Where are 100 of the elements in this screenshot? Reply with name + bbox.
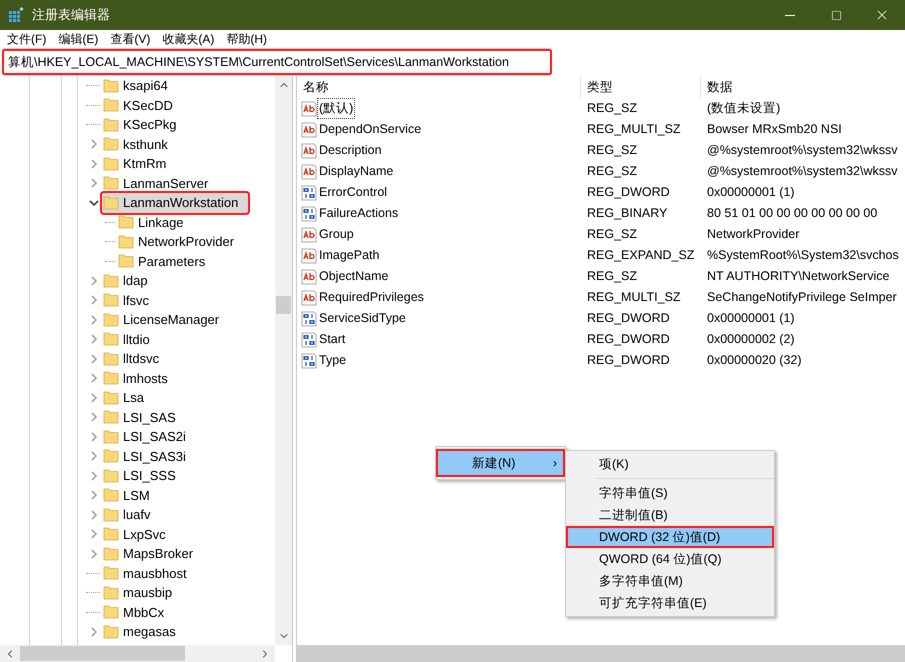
value-data: (数值未设置) <box>706 100 780 118</box>
value-name[interactable]: Description <box>318 141 383 160</box>
string-value-icon <box>301 268 317 284</box>
value-name[interactable]: ObjectName <box>318 267 390 286</box>
menu-item[interactable]: 编辑(E) <box>52 30 104 48</box>
value-name[interactable]: Start <box>318 330 346 349</box>
value-type: REG_DWORD <box>586 331 671 348</box>
tree-item[interactable]: LSI_SAS <box>102 408 186 427</box>
menu-item[interactable]: 查看(V) <box>104 30 156 48</box>
tree-item[interactable]: LSI_SAS2i <box>102 427 196 446</box>
tree-item[interactable]: LicenseManager <box>102 310 230 330</box>
window-title: 注册表编辑器 <box>32 6 110 24</box>
tree-item[interactable]: ksapi64 <box>102 76 178 96</box>
value-data: 0x00000020 (32) <box>706 352 802 370</box>
menu-item[interactable]: 帮助(H) <box>220 30 273 48</box>
binary-value-icon <box>301 184 317 200</box>
value-type: REG_SZ <box>586 226 638 244</box>
tree-item[interactable]: Linkage <box>117 212 194 232</box>
tree-item[interactable]: megasas <box>102 622 186 642</box>
tree-item[interactable]: Lsa <box>102 388 154 408</box>
menu-item[interactable]: 可扩充字符串值(E) <box>566 592 774 614</box>
value-name[interactable]: RequiredPrivileges <box>318 288 425 307</box>
column-header[interactable]: 数据 <box>701 76 905 98</box>
tree-item[interactable]: KSecDD <box>102 96 183 115</box>
value-name[interactable]: ServiceSidType <box>318 309 407 328</box>
value-name[interactable]: ErrorControl <box>318 183 388 202</box>
tree-item[interactable]: LanmanWorkstation <box>102 193 248 212</box>
folder-icon <box>103 468 119 484</box>
tree-item[interactable]: NetworkProvider <box>117 232 244 252</box>
tree-item[interactable]: LxpSvc <box>102 524 176 544</box>
value-type: REG_MULTI_SZ <box>586 121 682 138</box>
menu-item[interactable]: 新建(N) › <box>436 449 565 477</box>
binary-value-icon <box>301 352 317 368</box>
folder-icon <box>103 487 119 504</box>
folder-icon <box>118 234 134 250</box>
menu-item[interactable]: 收藏夹(A) <box>156 30 220 48</box>
tree-item[interactable]: mausbhost <box>102 564 197 583</box>
value-type: REG_MULTI_SZ <box>586 289 682 306</box>
value-data: @%systemroot%\system32\wkssv <box>706 163 898 180</box>
value-type: REG_SZ <box>586 100 638 118</box>
column-header[interactable]: 类型 <box>581 76 701 98</box>
tree-item[interactable]: LSI_SSS <box>102 466 186 486</box>
tree-item[interactable]: MapsBroker <box>102 544 204 564</box>
value-data: Bowser MRxSmb20 NSI <box>706 121 842 138</box>
value-name[interactable]: (默认) <box>318 99 354 118</box>
scroll-thumb[interactable] <box>276 296 291 314</box>
tree-item[interactable]: LanmanServer <box>102 174 218 193</box>
value-name[interactable]: FailureActions <box>318 204 400 223</box>
tree-item[interactable]: MbbCx <box>102 602 174 622</box>
value-type: REG_SZ <box>586 163 638 180</box>
folder-icon <box>103 526 119 542</box>
folder-icon <box>103 116 119 133</box>
value-name[interactable]: Group <box>318 225 355 244</box>
menu-item[interactable]: 多字符串值(M) <box>566 570 774 592</box>
menu-item[interactable]: 字符串值(S) <box>566 482 774 504</box>
folder-icon <box>103 390 119 406</box>
address-bar[interactable]: 算机\HKEY_LOCAL_MACHINE\SYSTEM\CurrentControlSet\Services\LanmanWorkstation <box>2 48 552 76</box>
menu-item[interactable]: 项(K) <box>566 453 774 475</box>
minimize-icon <box>785 14 795 16</box>
vertical-scrollbar[interactable] <box>275 76 292 645</box>
app-icon <box>8 7 24 23</box>
folder-icon <box>103 428 119 445</box>
menu-item[interactable]: QWORD (64 位)值(Q) <box>566 548 774 570</box>
tree-item[interactable]: KtmRm <box>102 154 176 174</box>
tree-item[interactable]: mausbip <box>102 583 182 602</box>
horizontal-scrollbar[interactable] <box>297 645 905 662</box>
value-data: NetworkProvider <box>706 226 800 244</box>
tree-item[interactable]: Parameters <box>117 252 216 271</box>
horizontal-scrollbar[interactable] <box>0 645 275 662</box>
column-header[interactable]: 名称 <box>297 76 581 98</box>
folder-icon <box>118 214 134 230</box>
binary-value-icon <box>301 206 317 222</box>
value-type: REG_BINARY <box>586 205 668 222</box>
tree-item[interactable]: KSecPkg <box>102 115 186 134</box>
tree-item[interactable]: ldap <box>102 271 158 290</box>
scroll-thumb[interactable] <box>20 646 185 661</box>
folder-icon <box>103 370 119 386</box>
folder-icon <box>103 584 119 601</box>
tree-item[interactable]: LSM <box>102 486 160 505</box>
tree-item[interactable]: ksthunk <box>102 134 178 154</box>
menu-item[interactable]: DWORD (32 位)值(D) <box>566 526 774 548</box>
tree-item[interactable]: lmhosts <box>102 368 178 388</box>
folder-icon <box>103 448 119 464</box>
folder-icon <box>103 194 119 211</box>
value-type: REG_SZ <box>586 142 638 160</box>
value-data: NT AUTHORITY\NetworkService <box>706 268 890 286</box>
value-data: SeChangeNotifyPrivilege SeImper <box>706 289 897 306</box>
tree-item[interactable]: LSI_SAS3i <box>102 446 196 466</box>
binary-value-icon <box>301 332 317 348</box>
value-name[interactable]: Type <box>318 351 348 370</box>
folder-icon <box>103 546 119 562</box>
value-name[interactable]: DependOnService <box>318 120 422 139</box>
tree-item[interactable]: luafv <box>102 505 160 524</box>
value-name[interactable]: DisplayName <box>318 162 394 181</box>
tree-item[interactable]: lltdsvc <box>102 349 170 368</box>
tree-item[interactable]: lfsvc <box>102 290 159 310</box>
value-name[interactable]: ImagePath <box>318 246 380 265</box>
menu-item[interactable]: 二进制值(B) <box>566 504 774 526</box>
tree-item[interactable]: lltdio <box>102 330 160 349</box>
menu-item[interactable]: 文件(F) <box>1 30 52 48</box>
